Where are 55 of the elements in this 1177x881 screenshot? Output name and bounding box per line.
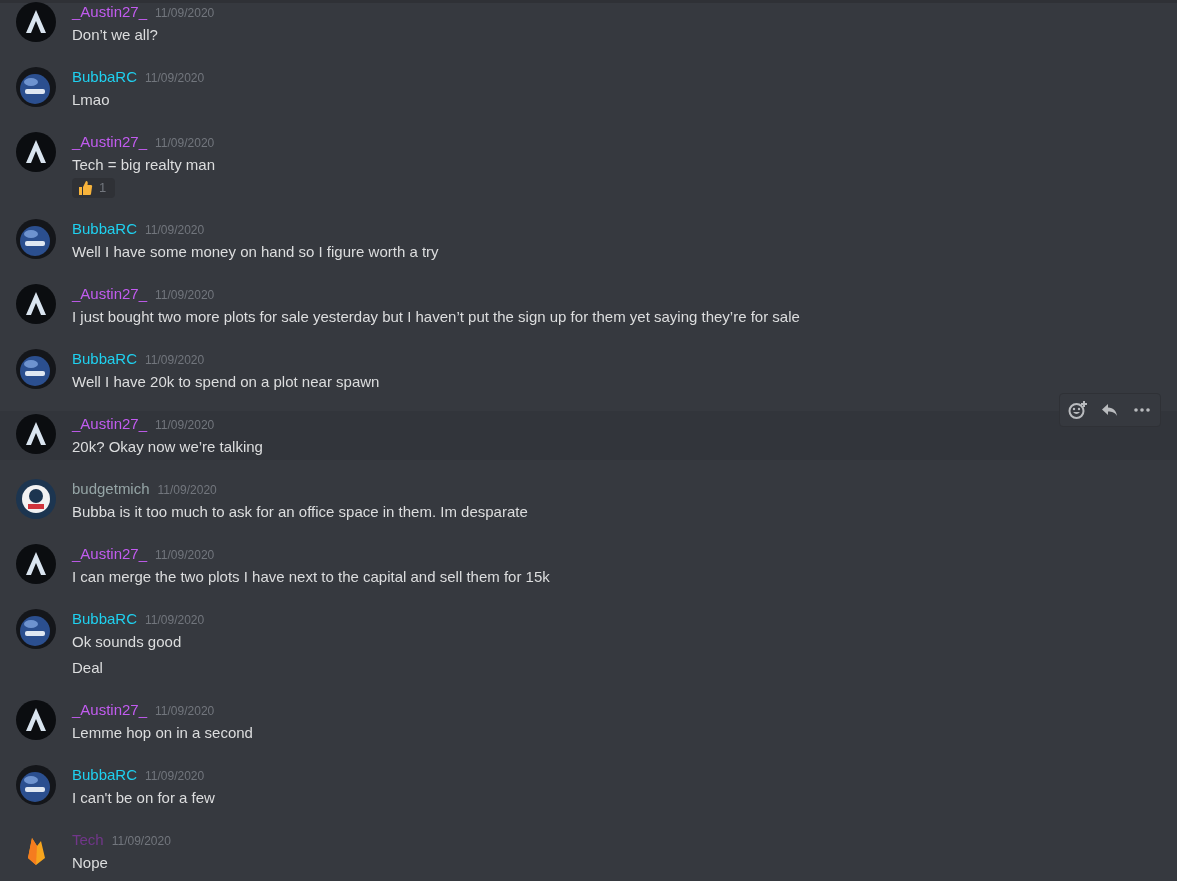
message-text: Well I have some money on hand so I figure worth a try [72, 242, 439, 262]
username[interactable]: budgetmich [72, 478, 150, 500]
timestamp: 11/09/2020 [145, 612, 205, 629]
timestamp: 11/09/2020 [145, 222, 205, 239]
timestamp: 11/09/2020 [145, 768, 205, 785]
username[interactable]: BubbaRC [72, 764, 138, 786]
message-text: I can't be on for a few [72, 788, 215, 808]
message-text: Nope [72, 853, 109, 873]
timestamp: 11/09/2020 [111, 833, 171, 850]
avatar[interactable] [16, 2, 56, 42]
message-text: I just bought two more plots for sale yesterday but I haven’t put the sign up for them yet saying they’re for sale [72, 307, 800, 327]
message-text: Lemme hop on in a second [72, 723, 253, 743]
thumbs-up-icon [77, 180, 93, 196]
avatar[interactable] [16, 219, 56, 259]
username[interactable]: _Austin27_ [72, 543, 148, 565]
timestamp: 11/09/2020 [155, 287, 215, 304]
message-text: Tech = big realty man [72, 155, 215, 175]
avatar[interactable] [16, 132, 56, 172]
message-text: Don’t we all? [72, 25, 159, 45]
avatar[interactable] [16, 544, 56, 584]
avatar[interactable] [16, 479, 56, 519]
message-text: Lmao [72, 90, 111, 110]
username[interactable]: _Austin27_ [72, 131, 148, 153]
timestamp: 11/09/2020 [157, 482, 217, 499]
avatar[interactable] [16, 609, 56, 649]
message-text: Well I have 20k to spend on a plot near spawn [72, 372, 380, 392]
message-text: Bubba is it too much to ask for an office space in them. Im desparate [72, 502, 528, 522]
avatar[interactable] [16, 67, 56, 107]
message-text: Ok sounds good [72, 632, 183, 652]
avatar[interactable] [16, 414, 56, 454]
timestamp: 11/09/2020 [155, 417, 215, 434]
message-text: I can merge the two plots I have next to the capital and sell them for 15k [72, 567, 550, 587]
more-icon [1133, 407, 1151, 413]
avatar[interactable] [16, 765, 56, 805]
username[interactable]: BubbaRC [72, 608, 138, 630]
timestamp: 11/09/2020 [145, 70, 205, 87]
avatar[interactable] [16, 284, 56, 324]
message-text: Deal [72, 658, 104, 678]
avatar[interactable] [16, 700, 56, 740]
username[interactable]: _Austin27_ [72, 413, 148, 435]
timestamp: 11/09/2020 [155, 135, 215, 152]
timestamp: 11/09/2020 [155, 703, 215, 720]
username[interactable]: BubbaRC [72, 348, 138, 370]
username[interactable]: BubbaRC [72, 218, 138, 240]
timestamp: 11/09/2020 [155, 547, 215, 564]
username[interactable]: BubbaRC [72, 66, 138, 88]
timestamp: 11/09/2020 [155, 5, 215, 22]
timestamp: 11/09/2020 [145, 352, 205, 369]
reaction[interactable]: 1 [72, 178, 115, 198]
username[interactable]: _Austin27_ [72, 283, 148, 305]
add-reaction-icon [1068, 400, 1088, 420]
message-text: 20k? Okay now we’re talking [72, 437, 263, 457]
username[interactable]: _Austin27_ [72, 699, 148, 721]
avatar[interactable] [16, 349, 56, 389]
username[interactable]: _Austin27_ [72, 1, 148, 23]
